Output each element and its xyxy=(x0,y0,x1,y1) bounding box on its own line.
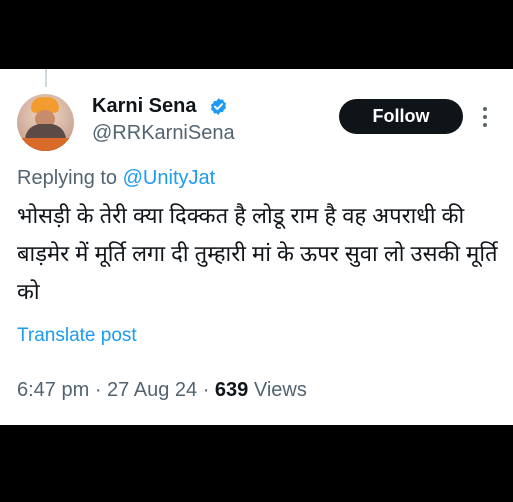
reply-mention-link[interactable]: @UnityJat xyxy=(123,167,216,189)
avatar[interactable] xyxy=(17,94,74,151)
author-name[interactable]: Karni Sena xyxy=(92,95,196,118)
meta-separator: · xyxy=(197,379,215,401)
meta-separator: · xyxy=(89,379,108,401)
post-metadata: 6:47 pm · 27 Aug 24 · 639 Views xyxy=(17,379,307,402)
thread-connector-line xyxy=(45,69,47,87)
verified-badge-icon xyxy=(210,98,227,115)
follow-button[interactable]: Follow xyxy=(339,99,463,134)
translate-post-link[interactable]: Translate post xyxy=(17,325,137,347)
replying-prefix: Replying to xyxy=(17,167,123,189)
views-label: Views xyxy=(253,379,307,401)
post-time[interactable]: 6:47 pm xyxy=(17,379,89,401)
views-count: 639 xyxy=(214,379,249,401)
avatar-banner xyxy=(17,138,74,151)
author-handle[interactable]: @RRKarniSena xyxy=(92,122,235,145)
replying-to: Replying to @UnityJat xyxy=(17,167,215,190)
more-vertical-icon[interactable] xyxy=(478,104,492,130)
post-text: भोसड़ी के तेरी क्या दिक्कत है लोडू राम ह… xyxy=(17,203,498,304)
post-date[interactable]: 27 Aug 24 xyxy=(107,379,197,401)
